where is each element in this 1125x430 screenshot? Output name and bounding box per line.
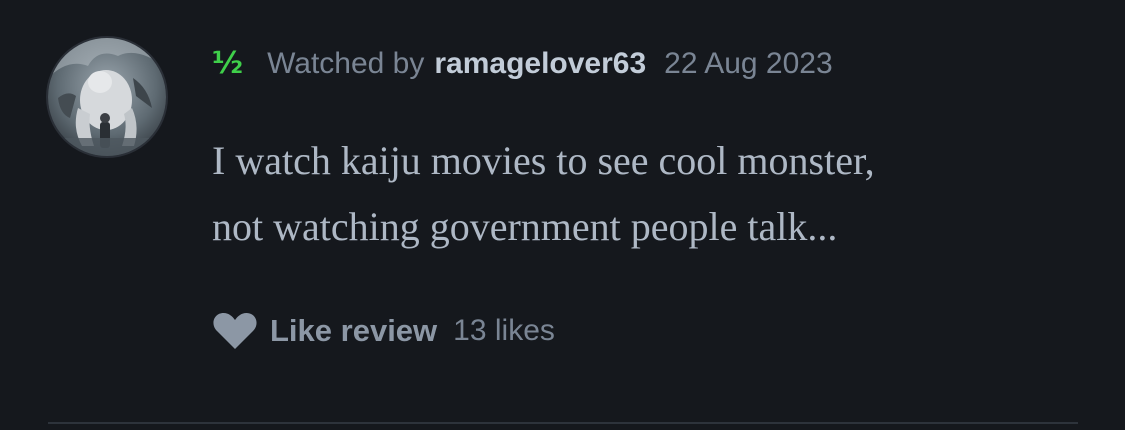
review-meta: ½ Watched by ramagelover63 22 Aug 2023	[212, 44, 833, 84]
rating-half-star: ½	[212, 46, 244, 81]
watched-by-label: Watched by	[267, 47, 425, 80]
heart-icon[interactable]	[212, 311, 258, 351]
like-row: Like review 13 likes	[212, 308, 555, 354]
review-body-line-2: not watching government people talk...	[212, 204, 838, 249]
review-body-line-1: I watch kaiju movies to see cool monster…	[212, 138, 875, 183]
review-date[interactable]: 22 Aug 2023	[664, 47, 833, 81]
avatar[interactable]	[48, 38, 166, 156]
like-count[interactable]: 13 likes	[453, 314, 555, 348]
divider	[48, 422, 1078, 424]
avatar-image	[48, 38, 166, 156]
username-link[interactable]: ramagelover63	[434, 47, 646, 81]
review-card: ½ Watched by ramagelover63 22 Aug 2023 I…	[0, 0, 1125, 430]
like-review-button[interactable]: Like review	[270, 313, 437, 349]
review-body[interactable]: I watch kaiju movies to see cool monster…	[212, 128, 1092, 260]
